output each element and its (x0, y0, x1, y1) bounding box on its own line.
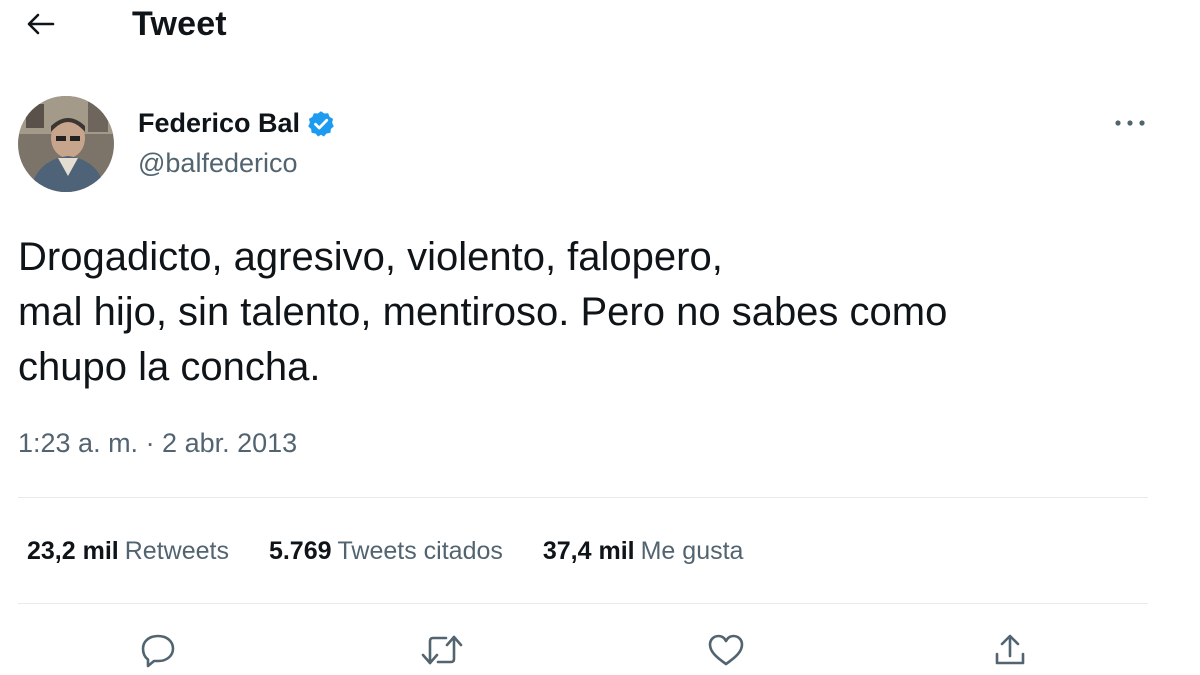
likes-count: 37,4 mil (542, 537, 635, 565)
quote-tweets-label: Tweets citados (337, 537, 503, 565)
retweet-button[interactable] (420, 630, 464, 670)
avatar-image (18, 96, 114, 192)
share-button[interactable] (988, 630, 1032, 670)
share-icon (995, 634, 1025, 665)
engagement-stats: 23,2 mil Retweets 5.769 Tweets citados 37,… (27, 537, 783, 566)
heart-icon (708, 634, 744, 666)
arrow-left-icon (27, 13, 55, 35)
tweet-text-line: mal hijo, sin talento, mentiroso. Pero n… (18, 290, 948, 334)
retweets-count: 23,2 mil (27, 537, 119, 565)
tweet-text: Drogadicto, agresivo, violento, falopero… (18, 230, 1158, 395)
back-button[interactable] (20, 6, 60, 42)
author-display-name[interactable]: Federico Bal (138, 108, 300, 139)
verified-badge-icon (306, 109, 336, 139)
more-options-button[interactable] (1110, 108, 1150, 138)
author-name-row[interactable]: Federico Bal (138, 108, 336, 139)
tweet-timestamp[interactable]: 1:23 a. m. · 2 abr. 2013 (18, 428, 297, 459)
author-handle[interactable]: @balfederico (138, 148, 298, 179)
more-horizontal-icon (1115, 120, 1145, 126)
page-title: Tweet (132, 5, 227, 43)
reply-icon (141, 634, 175, 668)
like-button[interactable] (704, 630, 748, 670)
divider (18, 603, 1148, 604)
quote-tweets-stat[interactable]: 5.769 Tweets citados (269, 537, 503, 566)
page-header: Tweet (0, 0, 1200, 52)
retweets-label: Retweets (124, 537, 229, 565)
quote-tweets-count: 5.769 (268, 537, 332, 565)
reply-button[interactable] (136, 630, 180, 670)
likes-stat[interactable]: 37,4 mil Me gusta (543, 537, 744, 566)
tweet-text-line: chupo la concha. (18, 345, 321, 389)
avatar[interactable] (18, 96, 114, 192)
retweet-icon (421, 635, 463, 665)
divider (18, 497, 1148, 498)
retweets-stat[interactable]: 23,2 mil Retweets (27, 537, 229, 566)
likes-label: Me gusta (640, 537, 744, 565)
tweet-text-line: Drogadicto, agresivo, violento, falopero… (18, 235, 723, 279)
